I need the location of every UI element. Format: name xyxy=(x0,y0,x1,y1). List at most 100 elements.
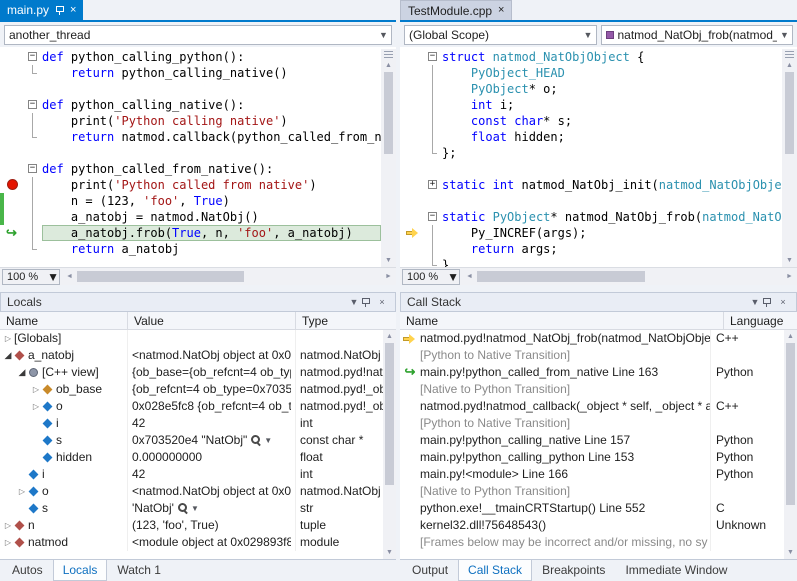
scroll-right-icon[interactable]: ► xyxy=(381,273,396,280)
toolwindow-tab-breakpoints[interactable]: Breakpoints xyxy=(532,560,615,581)
breakpoint-margin[interactable] xyxy=(0,177,26,193)
breakpoint-margin[interactable] xyxy=(0,113,26,129)
breakpoint-margin[interactable] xyxy=(400,241,426,257)
outline-collapse-icon[interactable]: − xyxy=(428,52,437,61)
breakpoint-margin[interactable] xyxy=(0,161,26,177)
breakpoint-margin[interactable]: ↪ xyxy=(0,225,26,241)
magnifier-icon[interactable] xyxy=(251,435,262,446)
toolwindow-tab-output[interactable]: Output xyxy=(402,560,458,581)
scroll-down-icon[interactable]: ▼ xyxy=(383,546,396,559)
locals-row[interactable]: ◢[C++ view]{ob_base={ob_refcnt=4 ob_typn… xyxy=(0,364,383,381)
chevron-down-icon[interactable]: ▼ xyxy=(264,432,272,449)
breakpoint-margin[interactable] xyxy=(400,161,426,177)
callstack-row[interactable]: python.exe!__tmainCRTStartup() Line 552C xyxy=(400,500,784,517)
vertical-scrollbar[interactable]: ▲ ▼ xyxy=(782,49,797,267)
scroll-up-icon[interactable]: ▲ xyxy=(784,330,797,343)
zoom-dropdown[interactable]: 100 % ▼ xyxy=(2,269,60,285)
scroll-track[interactable] xyxy=(383,343,396,546)
member-dropdown[interactable]: natmod_NatObj_frob(natmod_ ▼ xyxy=(601,25,794,45)
callstack-row[interactable]: main.py!python_calling_native Line 157Py… xyxy=(400,432,784,449)
tab-main-py[interactable]: main.py × xyxy=(0,0,83,20)
vertical-scrollbar[interactable]: ▲ ▼ xyxy=(383,330,396,559)
locals-row[interactable]: s0x703520e4 "NatObj"▼const char * xyxy=(0,432,383,449)
locals-row[interactable]: hidden0.000000000float xyxy=(0,449,383,466)
chevron-down-icon[interactable]: ▼ xyxy=(191,500,199,517)
locals-row[interactable]: ◢a_natobj<natmod.NatObj object at 0x0nat… xyxy=(0,347,383,364)
scroll-track[interactable] xyxy=(477,268,782,286)
splitter-grip[interactable] xyxy=(384,51,393,59)
scroll-thumb[interactable] xyxy=(385,343,394,485)
toolwindow-tab-locals[interactable]: Locals xyxy=(53,560,108,581)
horizontal-scrollbar-left[interactable]: 100 % ▼ ◄ ► xyxy=(0,267,396,285)
scroll-track[interactable] xyxy=(784,343,797,546)
callstack-row[interactable]: [Python to Native Transition] xyxy=(400,415,784,432)
locals-row[interactable]: ▷natmod<module object at 0x029893f8modul… xyxy=(0,534,383,551)
column-header-language[interactable]: Language xyxy=(724,312,797,329)
vertical-scrollbar[interactable]: ▲ ▼ xyxy=(784,330,797,559)
callstack-row[interactable]: ↪main.py!python_called_from_native Line … xyxy=(400,364,784,381)
horizontal-splitter[interactable] xyxy=(0,285,797,292)
scroll-up-icon[interactable]: ▲ xyxy=(381,59,396,72)
pin-icon[interactable] xyxy=(55,5,64,15)
tree-expand-icon[interactable]: ▷ xyxy=(2,534,14,551)
breakpoint-margin[interactable] xyxy=(400,225,426,241)
zoom-dropdown[interactable]: 100 % ▼ xyxy=(402,269,460,285)
close-icon[interactable]: × xyxy=(375,297,389,307)
scroll-thumb[interactable] xyxy=(477,271,645,282)
toolwindow-tab-call-stack[interactable]: Call Stack xyxy=(458,560,532,581)
pin-icon[interactable] xyxy=(762,297,776,307)
thread-dropdown[interactable]: another_thread ▼ xyxy=(4,25,392,45)
vertical-scrollbar[interactable]: ▲ ▼ xyxy=(381,49,396,267)
callstack-row[interactable]: main.py!<module> Line 166Python xyxy=(400,466,784,483)
outline-collapse-icon[interactable]: − xyxy=(28,52,37,61)
breakpoint-margin[interactable] xyxy=(0,145,26,161)
scroll-up-icon[interactable]: ▲ xyxy=(383,330,396,343)
scroll-thumb[interactable] xyxy=(77,271,244,282)
locals-row[interactable]: i42int xyxy=(0,466,383,483)
locals-row[interactable]: i42int xyxy=(0,415,383,432)
breakpoint-icon[interactable] xyxy=(7,179,18,190)
scroll-down-icon[interactable]: ▼ xyxy=(782,254,797,267)
window-position-icon[interactable]: ▼ xyxy=(347,297,361,307)
window-position-icon[interactable]: ▼ xyxy=(748,297,762,307)
callstack-row[interactable]: natmod.pyd!natmod_callback(_object * sel… xyxy=(400,398,784,415)
editor-body-right[interactable]: −struct natmod_NatObjObject { PyObject_H… xyxy=(400,47,797,267)
toolwindow-tab-immediate-window[interactable]: Immediate Window xyxy=(615,560,737,581)
column-header-name[interactable]: Name xyxy=(400,312,724,329)
breakpoint-margin[interactable] xyxy=(400,49,426,65)
breakpoint-margin[interactable] xyxy=(0,129,26,145)
scroll-track[interactable] xyxy=(381,72,396,254)
scroll-thumb[interactable] xyxy=(786,343,795,505)
callstack-row[interactable]: [Native to Python Transition] xyxy=(400,483,784,500)
locals-row[interactable]: ▷ob_base{ob_refcnt=4 ob_type=0x7035natmo… xyxy=(0,381,383,398)
scroll-down-icon[interactable]: ▼ xyxy=(381,254,396,267)
breakpoint-margin[interactable] xyxy=(0,241,26,257)
breakpoint-margin[interactable] xyxy=(400,193,426,209)
column-header-value[interactable]: Value xyxy=(128,312,296,329)
scroll-right-icon[interactable]: ► xyxy=(782,273,797,280)
locals-row[interactable]: ▷[Globals] xyxy=(0,330,383,347)
breakpoint-margin[interactable] xyxy=(400,65,426,81)
scroll-up-icon[interactable]: ▲ xyxy=(782,59,797,72)
toolwindow-tab-watch-1[interactable]: Watch 1 xyxy=(107,560,171,581)
tree-expand-icon[interactable]: ▷ xyxy=(30,381,42,398)
editor-body-left[interactable]: −def python_calling_python(): return pyt… xyxy=(0,47,396,267)
locals-row[interactable]: s'NatObj'▼str xyxy=(0,500,383,517)
scroll-down-icon[interactable]: ▼ xyxy=(784,546,797,559)
scope-dropdown[interactable]: (Global Scope) ▼ xyxy=(404,25,597,45)
breakpoint-margin[interactable] xyxy=(0,209,26,225)
breakpoint-margin[interactable] xyxy=(0,81,26,97)
tree-expand-icon[interactable]: ▷ xyxy=(16,483,28,500)
magnifier-icon[interactable] xyxy=(178,503,189,514)
callstack-row[interactable]: [Python to Native Transition] xyxy=(400,347,784,364)
breakpoint-margin[interactable] xyxy=(0,49,26,65)
outline-collapse-icon[interactable]: − xyxy=(428,212,437,221)
callstack-row[interactable]: main.py!python_calling_python Line 153Py… xyxy=(400,449,784,466)
tree-collapse-icon[interactable]: ◢ xyxy=(2,347,14,364)
column-header-name[interactable]: Name xyxy=(0,312,128,329)
breakpoint-margin[interactable] xyxy=(0,193,26,209)
locals-row[interactable]: ▷n(123, 'foo', True)tuple xyxy=(0,517,383,534)
scroll-left-icon[interactable]: ◄ xyxy=(462,273,477,280)
pin-icon[interactable] xyxy=(361,297,375,307)
tab-testmodule-cpp[interactable]: TestModule.cpp × xyxy=(400,0,512,20)
